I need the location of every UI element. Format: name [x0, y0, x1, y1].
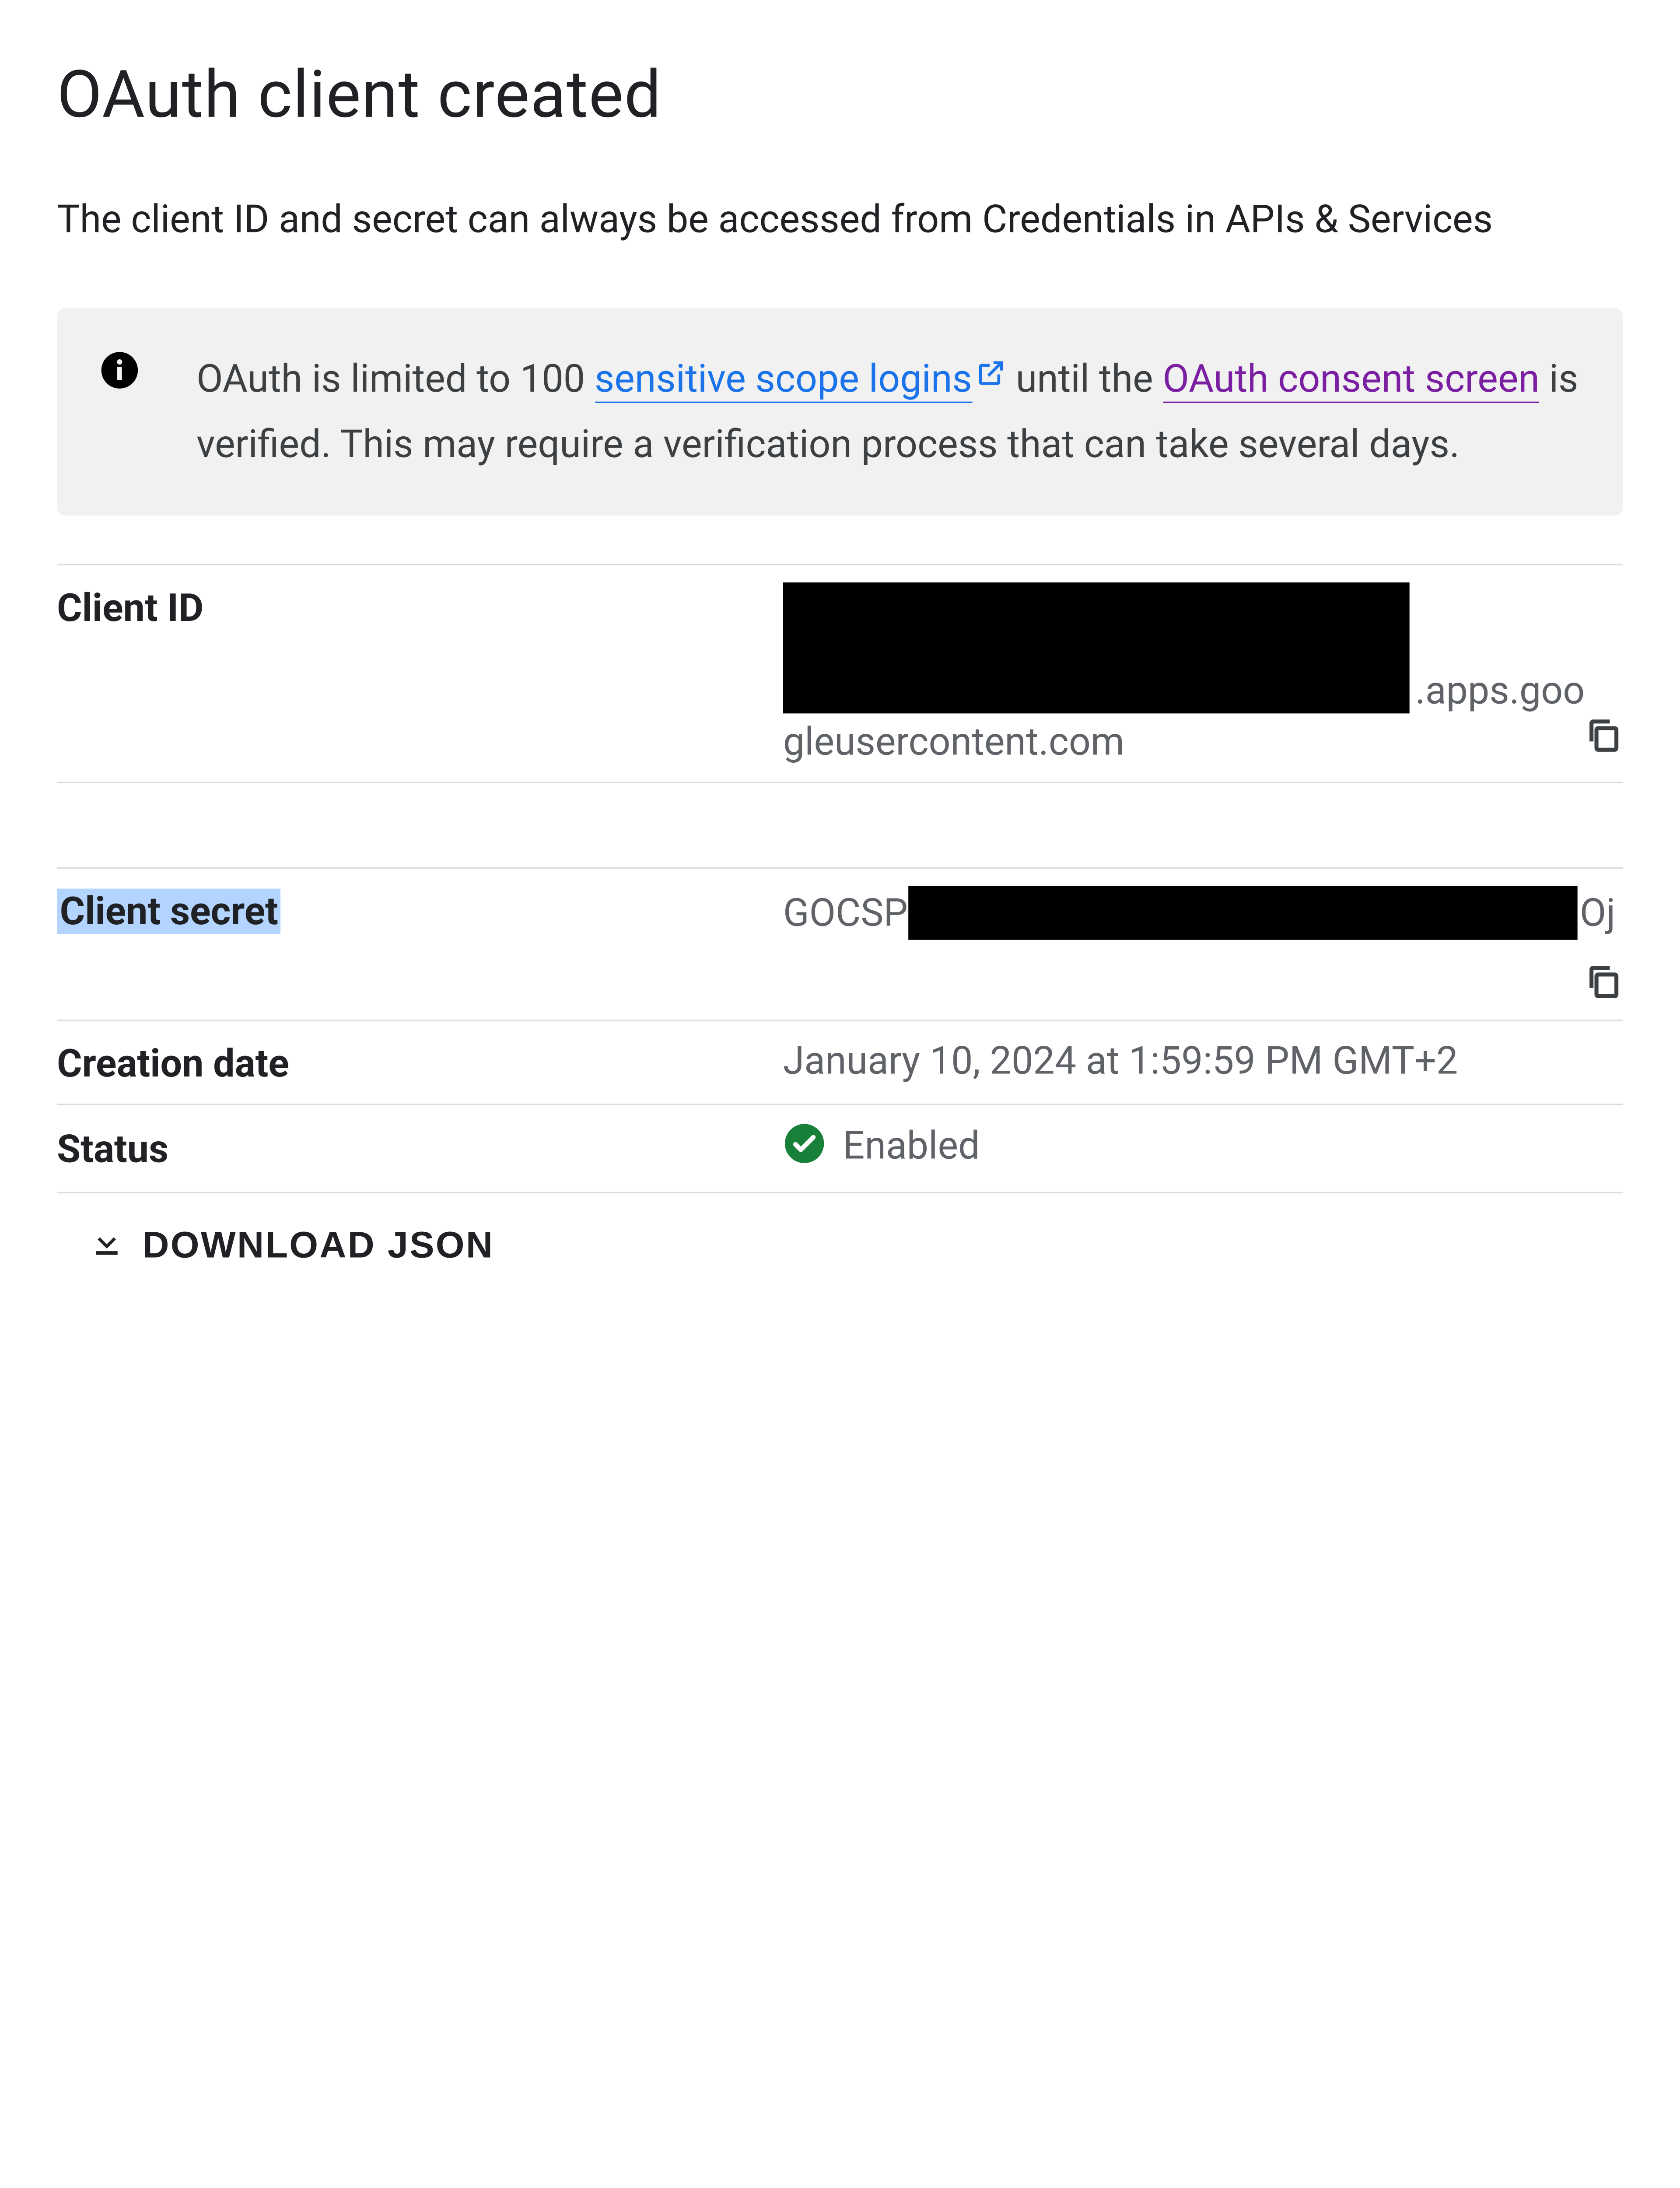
- client-id-row: Client ID .apps.goo gleusercontent.com: [57, 563, 1623, 781]
- sensitive-scope-link[interactable]: sensitive scope logins: [595, 356, 972, 403]
- creation-date-label: Creation date: [57, 1038, 783, 1086]
- info-icon: [100, 350, 140, 478]
- creation-date-row: Creation date January 10, 2024 at 1:59:5…: [57, 1019, 1623, 1103]
- creation-date-value: January 10, 2024 at 1:59:59 PM GMT+2: [783, 1038, 1623, 1083]
- info-banner-text: OAuth is limited to 100 sensitive scope …: [196, 344, 1583, 478]
- download-icon: [88, 1221, 126, 1268]
- copy-client-id-button[interactable]: [1583, 714, 1623, 764]
- divider: [57, 781, 1623, 866]
- dialog-content: OAuth client created The client ID and s…: [57, 57, 1623, 1297]
- client-secret-label: Client secret: [57, 885, 783, 934]
- client-id-label: Client ID: [57, 582, 783, 631]
- copy-client-secret-button[interactable]: [1583, 961, 1623, 1010]
- page-title: OAuth client created: [57, 57, 1623, 134]
- client-secret-value: GOCSP Oj: [783, 885, 1623, 1002]
- check-circle-icon: [783, 1122, 826, 1174]
- download-json-button[interactable]: DOWNLOAD JSON: [57, 1193, 505, 1297]
- external-link-icon: [975, 344, 1006, 410]
- redacted-client-id: [783, 582, 1410, 713]
- client-secret-row: Client secret GOCSP Oj: [57, 867, 1623, 1019]
- redacted-client-secret: [908, 885, 1577, 940]
- client-id-value: .apps.goo gleusercontent.com: [783, 582, 1623, 764]
- status-row: Status Enabled: [57, 1103, 1623, 1193]
- oauth-consent-link[interactable]: OAuth consent screen: [1163, 356, 1540, 403]
- info-banner: OAuth is limited to 100 sensitive scope …: [57, 307, 1623, 515]
- page-subtitle: The client ID and secret can always be a…: [57, 191, 1623, 250]
- status-value: Enabled: [783, 1122, 1623, 1174]
- status-label: Status: [57, 1124, 783, 1172]
